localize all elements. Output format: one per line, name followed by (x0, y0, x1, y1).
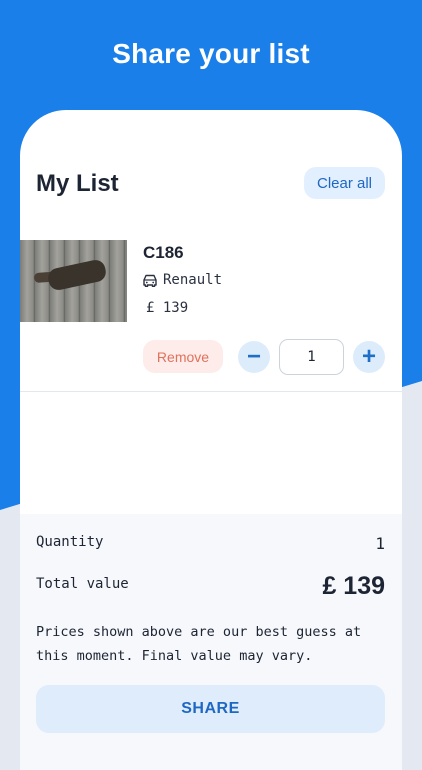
product-image (20, 240, 127, 322)
quantity-label: Quantity (36, 534, 104, 550)
page-headline: Share your list (112, 38, 310, 69)
quantity-value: 1 (375, 534, 385, 553)
increase-quantity-button[interactable]: + (353, 341, 385, 373)
total-value: £ 139 (322, 572, 385, 600)
remove-button[interactable]: Remove (143, 340, 223, 373)
item-make: Renault (143, 272, 222, 288)
summary-panel: Quantity 1 Total value £ 139 Prices show… (20, 514, 402, 770)
item-make-label: Renault (163, 272, 223, 288)
list-title: My List (36, 170, 119, 197)
phone-screen: My List Clear all C186 Renault £ 139 Rem… (20, 110, 402, 770)
divider (20, 391, 402, 392)
price-disclaimer: Prices shown above are our best guess at… (36, 624, 362, 664)
total-value-label: Total value (36, 576, 129, 592)
clear-all-button[interactable]: Clear all (304, 167, 385, 199)
item-price: £ 139 (146, 300, 189, 316)
quantity-field[interactable]: 1 (279, 339, 344, 375)
decrease-quantity-button[interactable]: − (238, 341, 270, 373)
item-name: C186 (143, 243, 184, 262)
share-button[interactable]: SHARE (36, 685, 385, 733)
car-icon (143, 274, 157, 287)
